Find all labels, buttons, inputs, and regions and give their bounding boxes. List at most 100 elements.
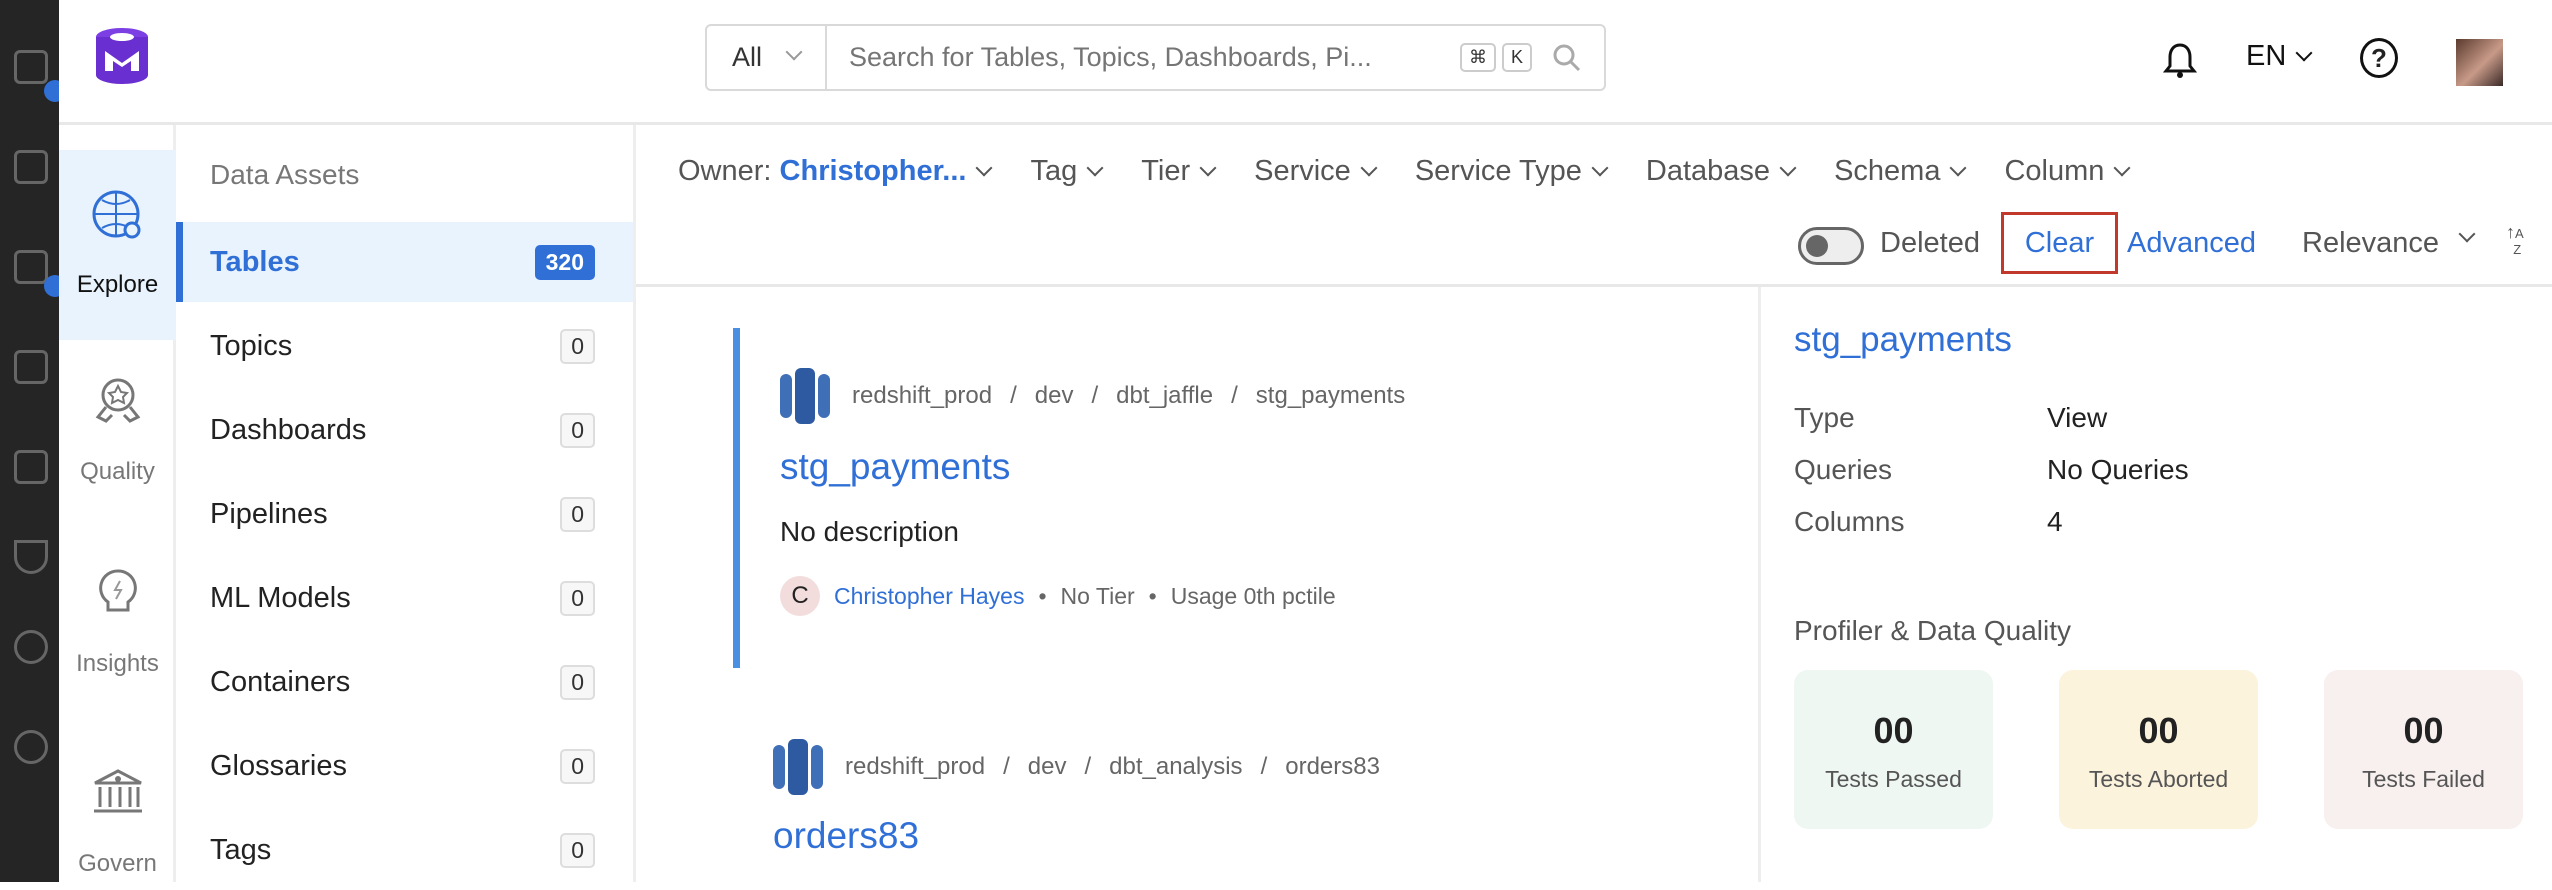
filter-label: Tier <box>1141 155 1191 187</box>
user-avatar[interactable] <box>2456 39 2503 86</box>
filter-service[interactable]: Service <box>1254 155 1378 188</box>
chevron-down-icon <box>1199 159 1217 177</box>
scope-label: All <box>732 42 763 72</box>
nav-quality[interactable]: Quality <box>59 375 176 486</box>
filter-label: Service <box>1254 155 1351 187</box>
search-input[interactable] <box>827 42 1460 73</box>
asset-type-glossaries[interactable]: Glossaries 0 <box>176 726 633 806</box>
test-label: Tests Failed <box>2362 766 2485 792</box>
asset-type-containers[interactable]: Containers 0 <box>176 642 633 722</box>
testing-icon[interactable] <box>14 450 48 484</box>
crumb-item[interactable]: redshift_prod <box>852 382 992 410</box>
result-title-link[interactable]: orders83 <box>773 815 1673 857</box>
language-select[interactable]: EN <box>2246 40 2313 73</box>
separator-dot: • <box>1148 582 1157 609</box>
crumb-item[interactable]: redshift_prod <box>845 753 985 781</box>
filter-label: Database <box>1645 155 1771 187</box>
crumb-item[interactable]: stg_payments <box>1256 382 1405 410</box>
usage-label: Usage 0th pctile <box>1170 582 1336 609</box>
asset-label: Containers <box>210 665 351 698</box>
chevron-down-icon <box>1949 159 1967 177</box>
test-count: 00 <box>2138 710 2179 751</box>
advanced-button[interactable]: Advanced <box>2127 227 2256 260</box>
detail-title-link[interactable]: stg_payments <box>1794 320 2012 360</box>
crumb-separator: / <box>1010 382 1017 409</box>
filter-label: Column <box>2004 155 2105 187</box>
crumb-item[interactable]: dbt_jaffle <box>1116 382 1213 410</box>
filter-tier[interactable]: Tier <box>1141 155 1217 188</box>
detail-row: Columns 4 <box>1794 506 2063 538</box>
crumb-item[interactable]: dbt_analysis <box>1109 753 1242 781</box>
clear-button[interactable]: Clear <box>2001 212 2118 274</box>
asset-type-dashboards[interactable]: Dashboards 0 <box>176 390 633 470</box>
nav-explore[interactable]: Explore <box>59 150 176 340</box>
openmetadata-logo[interactable] <box>95 27 150 85</box>
filter-label: Schema <box>1834 155 1941 187</box>
govern-bank-icon <box>93 769 142 813</box>
breadcrumb: redshift_prod / dev / dbt_analysis / orders83 <box>845 753 1380 781</box>
crumb-separator: / <box>1260 753 1268 780</box>
chevron-down-icon <box>1086 159 1104 177</box>
crumb-item[interactable]: dev <box>1028 753 1067 781</box>
detail-value: No Queries <box>2047 454 2189 485</box>
asset-type-tags[interactable]: Tags 0 <box>176 810 633 890</box>
chevron-down-icon <box>1779 159 1797 177</box>
notification-bell-icon[interactable] <box>2163 40 2197 80</box>
asset-label: Glossaries <box>210 749 347 782</box>
chevron-down-icon <box>2458 225 2476 243</box>
chevron-down-icon <box>1360 159 1378 177</box>
asset-count-badge: 0 <box>560 748 595 784</box>
asset-count-badge: 0 <box>560 832 595 868</box>
breadcrumb: redshift_prod / dev / dbt_jaffle / stg_payment… <box>852 382 1405 410</box>
search-icon[interactable] <box>1552 43 1582 73</box>
sort-select[interactable]: Relevance <box>2302 225 2476 260</box>
source-control-icon[interactable] <box>14 50 48 84</box>
result-title-link[interactable]: stg_payments <box>780 446 1633 488</box>
help-icon[interactable]: ? <box>2360 38 2398 78</box>
filter-owner[interactable]: Owner: Christopher... <box>678 155 993 188</box>
filter-schema[interactable]: Schema <box>1834 155 1967 188</box>
deleted-toggle[interactable] <box>1798 227 1864 265</box>
detail-row: Queries No Queries <box>1794 454 2189 486</box>
debug-icon[interactable] <box>14 150 48 184</box>
detail-key: Type <box>1794 402 1855 433</box>
filter-column[interactable]: Column <box>2004 155 2131 188</box>
extensions-icon[interactable] <box>14 250 48 284</box>
result-card[interactable]: redshift_prod / dev / dbt_analysis / orders83 … <box>773 739 1673 857</box>
tier-label: No Tier <box>1060 582 1135 609</box>
nav-label: Explore <box>76 271 159 298</box>
asset-type-pipelines[interactable]: Pipelines 0 <box>176 474 633 554</box>
test-label: Tests Passed <box>1825 766 1962 792</box>
filter-bar: Owner: Christopher... Tag Tier Service Serv… <box>636 125 2552 287</box>
search-scope-select[interactable]: All <box>707 26 827 89</box>
filter-service-type[interactable]: Service Type <box>1415 155 1609 188</box>
git-lens-icon[interactable] <box>14 730 48 764</box>
owner-link[interactable]: Christopher Hayes <box>834 583 1024 610</box>
asset-label: Tags <box>210 833 272 866</box>
shortcut-cmd: ⌘ <box>1459 43 1496 72</box>
sort-direction-icon[interactable]: ↑A Z <box>2506 223 2524 257</box>
detail-value: 4 <box>2047 506 2063 537</box>
nav-insights[interactable]: Insights <box>59 565 176 678</box>
asset-label: Dashboards <box>210 413 367 446</box>
filter-database[interactable]: Database <box>1645 155 1797 188</box>
remote-explorer-icon[interactable] <box>14 350 48 384</box>
asset-type-topics[interactable]: Topics 0 <box>176 306 633 386</box>
crumb-separator: / <box>1003 753 1010 780</box>
crumb-item[interactable]: dev <box>1035 382 1074 410</box>
result-card[interactable]: redshift_prod / dev / dbt_jaffle / stg_payment… <box>733 328 1633 668</box>
editor-activity-bar <box>0 0 66 882</box>
filter-value: Christopher... <box>779 155 967 187</box>
asset-label: Topics <box>210 329 293 362</box>
crumb-item[interactable]: orders83 <box>1285 753 1380 781</box>
test-label: Tests Aborted <box>2088 766 2229 792</box>
git-graph-icon[interactable] <box>14 630 48 664</box>
filter-tag[interactable]: Tag <box>1030 155 1104 188</box>
test-summary-card: 00 Tests Failed <box>2324 670 2523 829</box>
docker-icon[interactable] <box>14 540 48 574</box>
asset-type-tables[interactable]: Tables 320 <box>176 222 633 302</box>
explore-globe-icon <box>92 190 140 239</box>
asset-type-ml-models[interactable]: ML Models 0 <box>176 558 633 638</box>
nav-govern[interactable]: Govern <box>59 765 176 878</box>
test-count: 00 <box>1873 710 1914 751</box>
